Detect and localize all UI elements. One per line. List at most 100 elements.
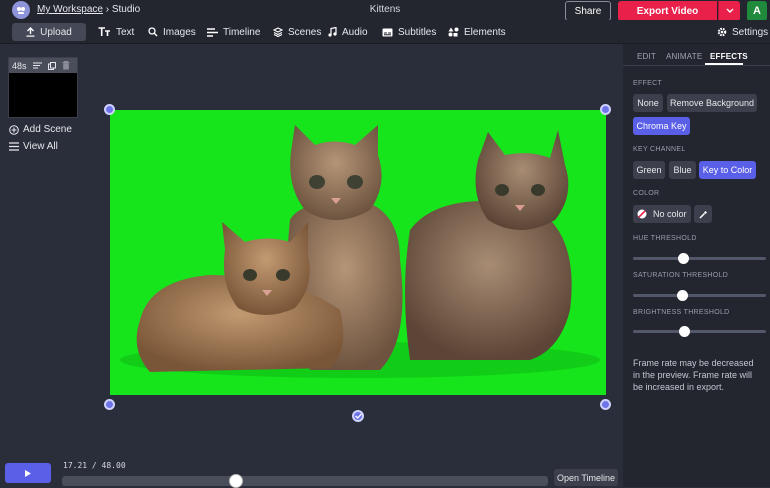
- elements-tool-label: Elements: [464, 26, 506, 38]
- project-title[interactable]: Kittens: [340, 4, 430, 15]
- total-time: 48.00: [101, 461, 126, 470]
- saturation-threshold-knob[interactable]: [676, 290, 688, 301]
- tab-effects[interactable]: EFFECTS: [710, 52, 748, 61]
- duplicate-icon[interactable]: [47, 61, 56, 70]
- chevron-down-icon: [726, 8, 733, 13]
- add-scene-label: Add Scene: [23, 124, 72, 135]
- search-icon: [148, 27, 158, 37]
- scene-menu-icon[interactable]: [32, 62, 42, 69]
- key-channel-blue-button[interactable]: Blue: [669, 161, 696, 179]
- hue-threshold-slider[interactable]: [633, 253, 766, 264]
- elements-tool[interactable]: Elements: [448, 23, 506, 41]
- scenes-tool-label: Scenes: [288, 26, 322, 38]
- rotate-handle[interactable]: [352, 410, 364, 422]
- video-canvas: [90, 44, 623, 459]
- effect-none-button[interactable]: None: [633, 94, 663, 112]
- subtitles-icon: [382, 28, 393, 36]
- playhead-knob[interactable]: [229, 474, 244, 488]
- export-options-button[interactable]: [718, 1, 740, 21]
- hue-threshold-label: HUE THRESHOLD: [633, 235, 697, 242]
- hue-threshold-knob[interactable]: [678, 253, 690, 264]
- key-to-color-button[interactable]: Key to Color: [699, 161, 756, 179]
- color-picker-button[interactable]: No color: [633, 205, 691, 223]
- images-tool[interactable]: Images: [148, 23, 196, 41]
- time-separator: /: [87, 461, 102, 470]
- kittens-image: [120, 125, 600, 378]
- editor-toolbar: Upload Text Images Timeline Scenes Audio…: [0, 20, 770, 44]
- check-icon: [354, 413, 362, 419]
- plus-circle-icon: [9, 124, 19, 135]
- scene-thumbnail[interactable]: 48s: [8, 57, 78, 118]
- share-button[interactable]: Share: [565, 1, 611, 21]
- add-scene-button[interactable]: Add Scene: [9, 124, 72, 135]
- color-value: No color: [653, 209, 687, 219]
- play-icon: [25, 469, 31, 477]
- breadcrumb-workspace-link[interactable]: My Workspace: [37, 4, 103, 15]
- saturation-threshold-slider[interactable]: [633, 290, 766, 301]
- scene-duration[interactable]: 48s: [12, 61, 27, 71]
- text-tool-label: Text: [116, 26, 135, 38]
- tab-animate[interactable]: ANIMATE: [666, 52, 702, 61]
- resize-handle-top-left[interactable]: [104, 104, 115, 115]
- eyedropper-icon: [698, 210, 707, 219]
- app-logo[interactable]: [12, 1, 30, 19]
- key-channel-label: KEY CHANNEL: [633, 146, 686, 153]
- scenes-panel: 48s Add Scene View All: [0, 44, 90, 459]
- gear-icon: [717, 27, 727, 37]
- properties-panel: EDIT ANIMATE EFFECTS EFFECT None Remove …: [623, 44, 770, 487]
- panel-tabs: EDIT ANIMATE EFFECTS: [623, 52, 770, 66]
- subtitles-tool[interactable]: Subtitles: [382, 23, 436, 41]
- trash-icon[interactable]: [62, 61, 70, 70]
- frame-rate-note: Frame rate may be decreased in the previ…: [633, 358, 754, 392]
- audio-tool[interactable]: Audio: [328, 23, 368, 41]
- current-time: 17.21: [63, 461, 88, 470]
- timeline-icon: [207, 27, 218, 37]
- timeline-tool[interactable]: Timeline: [207, 23, 260, 41]
- eyedropper-button[interactable]: [694, 205, 712, 223]
- breadcrumb-current: Studio: [111, 4, 141, 15]
- effect-section-label: EFFECT: [633, 80, 663, 87]
- upload-label: Upload: [40, 26, 72, 38]
- list-icon: [9, 142, 19, 151]
- no-color-icon: [637, 209, 647, 219]
- text-tool[interactable]: Text: [98, 23, 134, 41]
- open-timeline-button[interactable]: Open Timeline: [554, 469, 618, 486]
- effect-chroma-key-button[interactable]: Chroma Key: [633, 117, 690, 135]
- subtitles-tool-label: Subtitles: [398, 26, 437, 38]
- top-bar: My Workspace › Studio Kittens Share Expo…: [0, 0, 770, 21]
- settings-label: Settings: [732, 26, 769, 38]
- playback-bar: 17.21 / 48.00 Open Timeline: [0, 459, 623, 488]
- layers-icon: [273, 27, 283, 37]
- resize-handle-bottom-right[interactable]: [600, 399, 611, 410]
- export-video-button[interactable]: Export Video: [618, 1, 717, 21]
- resize-handle-top-right[interactable]: [600, 104, 611, 115]
- timeline-scrubber[interactable]: [62, 474, 548, 488]
- saturation-threshold-label: SATURATION THRESHOLD: [633, 272, 729, 279]
- tab-edit[interactable]: EDIT: [637, 52, 656, 61]
- view-all-scenes-button[interactable]: View All: [9, 141, 58, 152]
- play-button[interactable]: [5, 463, 51, 483]
- scenes-tool[interactable]: Scenes: [273, 23, 321, 41]
- key-channel-green-button[interactable]: Green: [633, 161, 665, 179]
- images-tool-label: Images: [163, 26, 196, 38]
- resize-handle-bottom-left[interactable]: [104, 399, 115, 410]
- text-icon: [98, 27, 110, 36]
- upload-icon: [26, 27, 35, 37]
- color-section-label: COLOR: [633, 190, 660, 197]
- upload-button[interactable]: Upload: [12, 23, 86, 41]
- brightness-threshold-knob[interactable]: [679, 326, 691, 337]
- timeline-tool-label: Timeline: [223, 26, 261, 38]
- effect-remove-background-button[interactable]: Remove Background: [667, 94, 757, 112]
- brightness-threshold-label: BRIGHTNESS THRESHOLD: [633, 309, 730, 316]
- audio-tool-label: Audio: [342, 26, 368, 38]
- video-clip-kittens[interactable]: [110, 110, 606, 395]
- breadcrumb-separator: ›: [102, 4, 112, 15]
- view-all-label: View All: [23, 141, 58, 152]
- timecode: 17.21 / 48.00: [63, 461, 126, 470]
- scene-card-header: 48s: [9, 58, 77, 73]
- brightness-threshold-slider[interactable]: [633, 326, 766, 337]
- user-avatar[interactable]: A: [747, 1, 767, 21]
- music-note-icon: [328, 27, 337, 37]
- tabs-divider: [623, 65, 770, 66]
- settings-button[interactable]: Settings: [717, 23, 768, 41]
